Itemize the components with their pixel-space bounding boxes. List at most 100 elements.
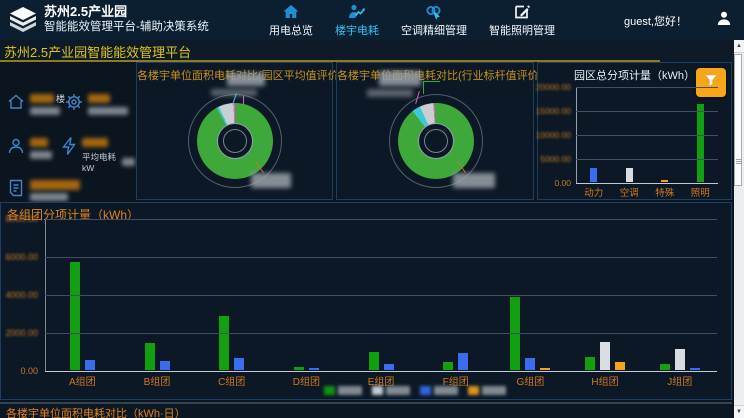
scroll-up-button[interactable]: ▲ — [734, 40, 744, 53]
bar — [585, 357, 595, 370]
gridline — [45, 371, 717, 372]
y-tick-label: 20000.00 — [536, 82, 571, 92]
panel-donut-park-average: 各楼宇单位面积电耗对比(园区平均值评价) — [136, 62, 333, 200]
legend-swatch — [468, 386, 479, 395]
gridline — [576, 183, 718, 184]
kpi-sidebar: 楼 — [0, 62, 135, 200]
nav-item-lighting-management[interactable]: 智能照明管理 — [478, 3, 566, 38]
x-tick-label: B组团 — [120, 373, 195, 388]
nav-label: 用电总览 — [269, 22, 313, 38]
donut-inner-ring — [223, 129, 247, 153]
panel-building-comparison-header: 各楼宇单位面积电耗对比（kWh·日） — [0, 402, 732, 418]
y-tick-label: 6000.00 — [5, 252, 38, 262]
bar — [590, 168, 597, 182]
x-tick-label: A组团 — [45, 373, 120, 388]
blurred-legend-label — [482, 386, 506, 395]
nav-item-building-power[interactable]: 楼宇电耗 — [324, 3, 390, 38]
y-tick-label: 5000.00 — [540, 154, 571, 164]
chart-legend — [324, 386, 506, 395]
legend-item — [420, 386, 458, 395]
y-tick-label: 10000.00 — [536, 130, 571, 140]
panel-group-submetering: 各组团分项计量（kWh） 8000.006000.004000.002000.0… — [0, 202, 732, 400]
gridline — [576, 111, 718, 112]
vertical-scrollbar[interactable]: ▲ ▼ — [734, 40, 744, 418]
gridline — [45, 295, 717, 296]
donut-inner-ring — [424, 129, 448, 153]
blurred-value — [88, 94, 110, 103]
y-axis-labels: 20000.0015000.0010000.005000.000.00 — [538, 87, 574, 197]
scroll-down-button[interactable]: ▼ — [734, 405, 744, 418]
x-tick-label: 空调 — [612, 185, 648, 199]
blurred-value — [30, 138, 48, 147]
x-tick-label: 特殊 — [647, 185, 683, 199]
bar — [70, 262, 80, 370]
x-tick-label: H组团 — [568, 373, 643, 388]
blurred-callout-label — [379, 71, 421, 86]
gridline — [576, 159, 718, 160]
nav-item-power-overview[interactable]: 用电总览 — [258, 3, 324, 38]
bar — [660, 364, 670, 370]
bar — [160, 361, 170, 370]
leader-line — [243, 96, 244, 105]
bar — [145, 343, 155, 370]
bar — [540, 368, 550, 370]
leader-line — [423, 81, 440, 94]
brand-logo-icon — [8, 6, 38, 39]
bar — [690, 368, 700, 370]
legend-swatch — [420, 386, 431, 395]
bar — [675, 349, 685, 370]
bar — [661, 180, 668, 182]
edit-square-icon — [489, 3, 555, 21]
brand-title: 苏州2.5产业园 智能能效管理平台-辅助决策系统 — [44, 4, 209, 35]
nav-item-hvac-management[interactable]: 空调精细管理 — [390, 3, 478, 38]
app-window: 苏州2.5产业园 智能能效管理平台-辅助决策系统 用电总览 — [0, 0, 744, 418]
x-axis-labels: 动力空调特殊照明 — [576, 185, 718, 199]
y-tick-label: 8000.00 — [5, 214, 38, 224]
bar — [294, 367, 304, 370]
kpi-average-power: 平均电耗kW — [60, 136, 135, 173]
panel-title: 各楼宇单位面积电耗对比（kWh·日） — [6, 405, 186, 418]
user-greeting: guest,您好！ — [624, 13, 687, 29]
y-tick-label: 0.00 — [554, 178, 571, 188]
bar — [697, 104, 704, 182]
group-submetering-plot — [45, 219, 717, 371]
user-avatar-icon[interactable] — [716, 10, 732, 31]
person-outline-icon — [6, 136, 26, 161]
gridline — [45, 333, 717, 334]
blurred-legend-label — [338, 386, 362, 395]
legend-swatch — [324, 386, 335, 395]
bar — [369, 352, 379, 370]
bolt-icon — [60, 136, 78, 161]
bar — [85, 360, 95, 370]
y-tick-label: 15000.00 — [536, 106, 571, 116]
bar — [234, 358, 244, 370]
kpi-users — [6, 136, 52, 161]
gridline — [45, 257, 717, 258]
bar — [626, 168, 633, 182]
bar — [309, 368, 319, 370]
blurred-callout-label — [367, 89, 413, 97]
bar — [384, 364, 394, 370]
blurred-label — [30, 193, 68, 201]
kpi-buildings: 楼 — [6, 92, 65, 117]
top-header: 苏州2.5产业园 智能能效管理平台-辅助决策系统 用电总览 — [0, 0, 744, 40]
brand-line1: 苏州2.5产业园 — [44, 4, 209, 20]
blurred-label — [88, 107, 128, 115]
bar — [600, 342, 610, 370]
panel-donut-industry-benchmark: 各楼宇单位面积电耗对比(行业标杆值评价) — [336, 62, 534, 200]
bar — [458, 353, 468, 370]
scrollbar-thumb[interactable] — [734, 54, 742, 186]
page-title: 苏州2.5产业园智能能效管理平台 — [4, 42, 191, 61]
gridline — [576, 135, 718, 136]
document-icon — [6, 178, 26, 203]
main-nav: 用电总览 楼宇电耗 — [258, 3, 566, 38]
nav-label: 智能照明管理 — [489, 22, 555, 38]
y-axis-labels: 8000.006000.004000.002000.000.00 — [1, 219, 41, 379]
blurred-value — [82, 138, 108, 147]
home-outline-icon — [6, 92, 26, 117]
x-tick-label: C组团 — [194, 373, 269, 388]
legend-swatch — [372, 386, 383, 395]
kpi-sub-label: 平均电耗kW — [82, 151, 120, 173]
x-tick-label: 动力 — [576, 185, 612, 199]
bar — [615, 362, 625, 370]
